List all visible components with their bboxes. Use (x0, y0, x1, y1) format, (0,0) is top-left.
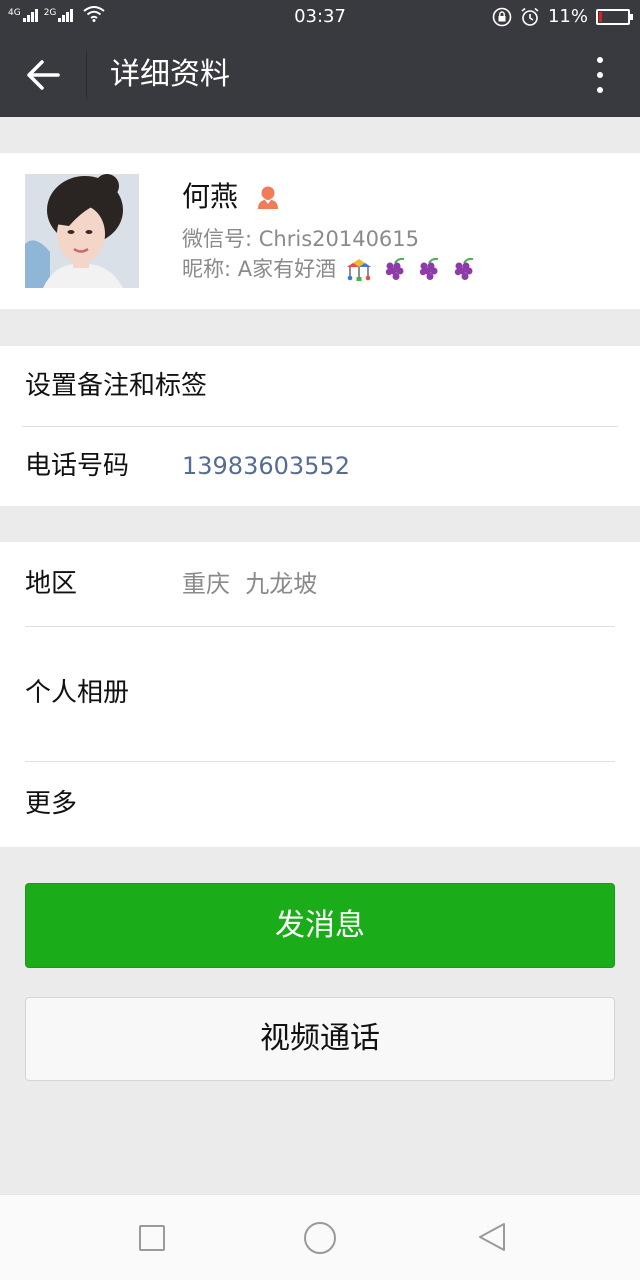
phone-row[interactable]: 电话号码 13983603552 (0, 427, 640, 506)
more-vertical-icon[interactable] (590, 55, 610, 95)
remark-row[interactable]: 设置备注和标签 (0, 346, 640, 426)
phone-label: 电话号码 (25, 451, 130, 481)
send-message-button[interactable]: 发消息 (25, 883, 615, 968)
remark-label: 设置备注和标签 (25, 371, 208, 401)
page-title: 详细资料 (110, 57, 230, 92)
wechat-id: 微信号: Chris20140615 (182, 227, 420, 251)
avatar-photo (25, 174, 139, 288)
grapes-emoji-icon (385, 257, 404, 280)
region-row: 地区 重庆 九龙坡 (0, 542, 640, 626)
details-section: 地区 重庆 九龙坡 个人相册 更多 (0, 542, 640, 847)
status-icons: 11% (492, 6, 633, 28)
rotation-lock-icon (492, 7, 512, 27)
battery-fill (599, 12, 602, 22)
back-triangle-icon[interactable] (476, 1221, 508, 1253)
battery-percent: 11% (547, 6, 588, 27)
album-row[interactable]: 个人相册 (0, 627, 640, 761)
album-label: 个人相册 (25, 678, 130, 708)
nickname: 昵称: A家有好酒 (182, 255, 477, 283)
back-arrow-icon[interactable] (22, 55, 66, 95)
app-bar-divider (86, 51, 87, 99)
region-label: 地区 (25, 569, 78, 599)
video-call-button[interactable]: 视频通话 (25, 997, 615, 1081)
phone-number-link[interactable]: 13983603552 (182, 449, 350, 483)
system-nav-bar (0, 1194, 640, 1280)
grapes-emoji-icon (454, 257, 474, 280)
contact-section: 设置备注和标签 电话号码 13983603552 (0, 346, 640, 506)
contact-name: 何燕 (182, 180, 239, 213)
carousel-emoji-icon (346, 259, 371, 281)
more-label: 更多 (25, 789, 78, 819)
grapes-emoji-icon (419, 257, 439, 280)
more-row[interactable]: 更多 (0, 762, 640, 847)
region-value: 重庆 九龙坡 (182, 570, 318, 598)
female-person-icon (258, 186, 278, 209)
alarm-icon (521, 7, 539, 26)
status-bar: 4G 2G 03:37 11% (0, 0, 640, 33)
nickname-text: 昵称: A家有好酒 (182, 257, 337, 281)
recent-apps-icon[interactable] (139, 1225, 165, 1251)
home-icon[interactable] (304, 1222, 336, 1254)
avatar[interactable] (25, 174, 139, 288)
battery-icon (596, 9, 633, 25)
app-bar: 详细资料 (0, 33, 640, 117)
profile-card[interactable]: 何燕 微信号: Chris20140615 昵称: A家有好酒 (0, 153, 640, 309)
